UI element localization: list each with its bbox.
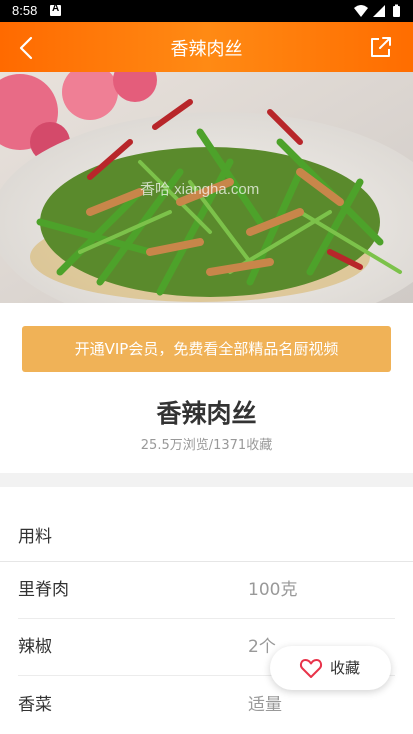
status-bar: 8:58 [0,0,413,22]
a-badge-icon [50,3,61,16]
wifi-icon [354,5,368,17]
recipe-title: 香辣肉丝 [156,399,257,428]
recipe-stats: 25.5万浏览/1371收藏 [140,438,273,453]
favorite-button[interactable]: 收藏 [270,646,391,690]
ingredient-name: 香菜 [18,695,52,715]
status-icons [354,4,400,17]
ingredient-row: 里脊肉 100克 [0,562,413,619]
photo-watermark: 香哈 xiangha.com [140,181,259,198]
status-time: 8:58 [12,3,38,18]
section-divider [0,473,413,487]
favorite-label: 收藏 [330,659,361,677]
page-title: 香辣肉丝 [170,39,243,60]
ingredient-name: 里脊肉 [18,580,69,600]
recipe-photo: 香哈 xiangha.com [0,72,413,303]
ingredient-amount: 适量 [248,695,282,715]
ingredient-name: 辣椒 [18,637,52,657]
ingredients-heading: 用料 [18,527,52,547]
signal-icon [373,5,385,17]
vip-banner[interactable]: 开通VIP会员，免费看全部精品名厨视频 [22,326,391,372]
heart-icon [299,659,323,678]
share-icon[interactable] [369,35,393,59]
battery-icon [393,4,400,17]
ingredient-amount: 100克 [248,580,298,600]
app-bar: 香辣肉丝 [0,22,413,72]
